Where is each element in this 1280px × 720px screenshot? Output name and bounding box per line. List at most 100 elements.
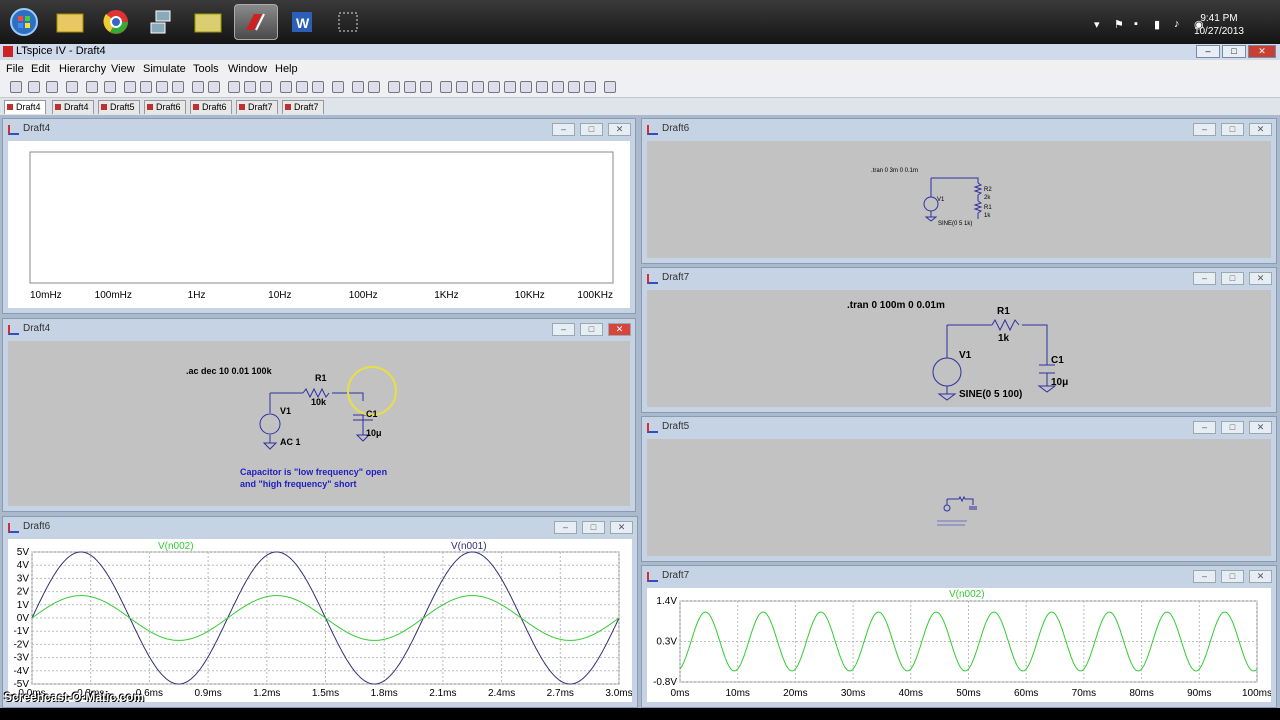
menu-edit[interactable]: Edit — [31, 63, 50, 75]
c1-label[interactable]: C1 — [366, 409, 378, 419]
c1-value[interactable]: 10μ — [1051, 377, 1068, 388]
tray-app-icon[interactable]: ▪ — [1134, 18, 1138, 30]
r1-value[interactable]: 1k — [998, 333, 1010, 344]
ac-plot-pane[interactable]: 10mHz 100mHz 1Hz 10Hz 100Hz 1KHz 10KHz 100KHz — [8, 141, 630, 308]
copy-icon[interactable] — [296, 81, 308, 93]
folder2-icon[interactable] — [186, 4, 230, 40]
window-close-button[interactable]: ✕ — [610, 521, 633, 534]
tab-draft7-schematic[interactable]: Draft7 — [236, 100, 278, 114]
spice-directive[interactable]: .tran 0 3m 0 0.1m — [871, 168, 918, 174]
tran-plot-pane[interactable]: V(n002) V(n001) 5V 4V 3V 2V 1V 0V -1V -2V -3V -4V… — [8, 539, 633, 702]
open-icon[interactable] — [28, 81, 40, 93]
ac-plot-window[interactable]: Draft4 – □ ✕ 10mHz 100mHz 1Hz 10Hz 100Hz 1KHz… — [2, 118, 636, 314]
rc-schematic-window[interactable]: Draft4 – □ ✕ .ac dec 10 0.01 100k R1 10k… — [2, 318, 636, 512]
print-setup-icon[interactable] — [352, 81, 364, 93]
delete-trace-icon[interactable] — [208, 81, 220, 93]
spice-directive[interactable]: .ac dec 10 0.01 100k — [186, 366, 273, 376]
window-minimize-button[interactable]: – — [552, 123, 575, 136]
r2-value[interactable]: 2k — [984, 195, 991, 201]
tab-draft4-schematic[interactable]: Draft4 — [4, 100, 46, 114]
note-line-2[interactable]: and "high frequency" short — [240, 479, 357, 489]
window-close-button[interactable]: ✕ — [1249, 570, 1272, 583]
window-minimize-button[interactable]: – — [554, 521, 577, 534]
rc-tran-plot-pane[interactable]: V(n002) 1.4V 0.3V -0.8V 0ms 10ms 20ms 30ms 40ms… — [647, 588, 1272, 702]
folder-icon[interactable] — [48, 4, 92, 40]
schematic-pane[interactable]: .tran 0 100m 0 0.01m R1 1k V1 SINE(0 5 1… — [647, 290, 1271, 407]
print-icon[interactable] — [368, 81, 380, 93]
word-icon[interactable]: W — [280, 4, 324, 40]
menu-simulate[interactable]: Simulate — [143, 63, 186, 75]
window-minimize-button[interactable]: – — [1193, 570, 1216, 583]
tab-draft6-schematic[interactable]: Draft6 — [190, 100, 232, 114]
v1-value[interactable]: SINE(0 5 1k) — [938, 221, 972, 227]
series-label-v-n001[interactable]: V(n001) — [451, 541, 487, 552]
window-maximize-button[interactable]: □ — [1221, 421, 1244, 434]
close-button[interactable]: ✕ — [1248, 45, 1276, 58]
halt-icon[interactable] — [104, 81, 116, 93]
control-panel-icon[interactable] — [66, 81, 78, 93]
redo-icon[interactable] — [568, 81, 580, 93]
menu-window[interactable]: Window — [228, 63, 267, 75]
tray-flag-icon[interactable]: ⚑ — [1114, 18, 1124, 31]
spice-directive-icon[interactable] — [604, 81, 616, 93]
r1-value[interactable]: 1k — [984, 213, 991, 219]
divider-schematic-window[interactable]: Draft6 – □ ✕ .tran 0 3m 0 0.1m R2 2k R1 … — [641, 118, 1277, 264]
c1-label[interactable]: C1 — [1051, 355, 1064, 366]
wire-icon[interactable] — [388, 81, 400, 93]
cascade-icon[interactable] — [244, 81, 256, 93]
text-icon[interactable] — [584, 81, 596, 93]
window-minimize-button[interactable]: – — [552, 323, 575, 336]
run-icon[interactable] — [86, 81, 98, 93]
window-maximize-button[interactable]: □ — [1221, 272, 1244, 285]
drag-icon[interactable] — [536, 81, 548, 93]
cut-icon[interactable] — [280, 81, 292, 93]
paste-icon[interactable] — [312, 81, 324, 93]
r1-label[interactable]: R1 — [315, 373, 327, 383]
schematic-pane[interactable]: .ac dec 10 0.01 100k R1 10k V1 AC 1 C1 1… — [8, 341, 630, 506]
c1-value[interactable]: 10μ — [366, 428, 382, 438]
tran-plot-window[interactable]: Draft6 – □ ✕ V(n002) V(n001) 5V 4V 3V 2V 1V 0… — [2, 516, 638, 708]
resistor-icon[interactable] — [440, 81, 452, 93]
network-icon[interactable] — [140, 4, 184, 40]
menu-view[interactable]: View — [111, 63, 135, 75]
v1-label[interactable]: V1 — [280, 406, 291, 416]
series-label-v-n002[interactable]: V(n002) — [158, 541, 194, 552]
window-close-button[interactable]: ✕ — [1249, 272, 1272, 285]
tray-volume-icon[interactable]: ♪ — [1174, 18, 1180, 30]
rc-tran-schematic-window[interactable]: Draft7 – □ ✕ .tran 0 100m 0 0.01m R1 1k … — [641, 267, 1277, 413]
r1-value[interactable]: 10k — [311, 397, 327, 407]
undo-icon[interactable] — [552, 81, 564, 93]
menu-file[interactable]: File — [6, 63, 24, 75]
spice-directive[interactable]: .tran 0 100m 0 0.01m — [847, 300, 945, 311]
tab-draft7-plot[interactable]: Draft7 — [282, 100, 324, 114]
tray-network-icon[interactable]: ▮ — [1154, 18, 1160, 31]
diode-icon[interactable] — [488, 81, 500, 93]
clock[interactable]: 9:41 PM 10/27/2013 — [1194, 12, 1244, 38]
inductor-icon[interactable] — [472, 81, 484, 93]
window-minimize-button[interactable]: – — [1193, 123, 1216, 136]
ground-icon[interactable] — [404, 81, 416, 93]
component-icon[interactable] — [504, 81, 516, 93]
tile-horizontal-icon[interactable] — [228, 81, 240, 93]
move-icon[interactable] — [520, 81, 532, 93]
minimize-button[interactable]: – — [1196, 45, 1220, 58]
pan-icon[interactable] — [140, 81, 152, 93]
v1-value[interactable]: SINE(0 5 100) — [959, 389, 1022, 400]
save-icon[interactable] — [46, 81, 58, 93]
window-maximize-button[interactable]: □ — [580, 323, 603, 336]
ltspice-icon[interactable] — [234, 4, 278, 40]
maximize-button[interactable]: □ — [1222, 45, 1246, 58]
menu-hierarchy[interactable]: Hierarchy — [59, 63, 106, 75]
v1-value[interactable]: AC 1 — [280, 437, 301, 447]
window-close-button[interactable]: ✕ — [1249, 123, 1272, 136]
label-net-icon[interactable] — [420, 81, 432, 93]
zoom-fit-icon[interactable] — [172, 81, 184, 93]
menu-help[interactable]: Help — [275, 63, 298, 75]
rc-tran-plot-window[interactable]: Draft7 – □ ✕ V(n002) 1.4V 0.3V -0.8V 0ms 10m… — [641, 565, 1277, 708]
v1-label[interactable]: V1 — [937, 197, 945, 203]
window-maximize-button[interactable]: □ — [580, 123, 603, 136]
tab-draft4-plot[interactable]: Draft4 — [52, 100, 94, 114]
window-maximize-button[interactable]: □ — [1221, 123, 1244, 136]
chrome-icon[interactable] — [94, 4, 138, 40]
tray-arrow-icon[interactable]: ▾ — [1094, 18, 1100, 31]
